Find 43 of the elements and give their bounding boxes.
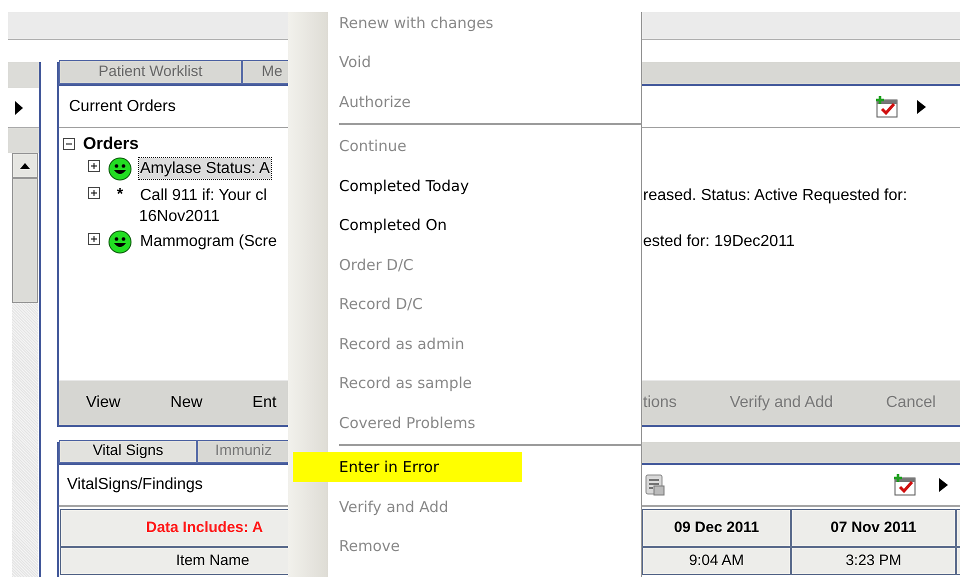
tab[interactable]: Patient Worklist [59, 60, 242, 84]
order-text[interactable]: Amylase Status: A [139, 158, 271, 179]
order-text[interactable]: Call 911 if: Your cl [139, 185, 268, 206]
order-text[interactable]: Mammogram (Scre [139, 231, 278, 252]
pane-strip [8, 128, 39, 153]
pane-tab-strip [8, 62, 39, 88]
scroll-up-button[interactable] [12, 153, 38, 178]
smiley-icon [108, 230, 132, 254]
toolbar-button[interactable]: New [170, 391, 202, 415]
expand-icon[interactable] [88, 187, 100, 199]
order-text[interactable]: ested for: 19Dec2011 [643, 231, 795, 252]
panel-title: VitalSigns/Findings [66, 475, 204, 495]
list-grid-icon[interactable] [645, 474, 665, 496]
toolbar-button[interactable]: Ent [252, 391, 276, 415]
tab[interactable]: Immuniz [197, 440, 290, 463]
menu-item[interactable]: Completed Today [339, 174, 469, 197]
smiley-icon [108, 157, 132, 181]
column-header[interactable]: 07 Nov 2011 [791, 509, 956, 547]
table-cell: 3:23 PM [791, 547, 956, 575]
expand-icon[interactable] [88, 233, 100, 245]
menu-item[interactable]: Enter in Error [339, 456, 440, 478]
tab[interactable]: Vital Signs [59, 440, 197, 463]
toolbar-button[interactable]: View [86, 391, 120, 415]
arrow-right-icon[interactable] [917, 98, 926, 114]
tree-node[interactable]: Orders [83, 131, 139, 157]
menu-item[interactable]: Completed On [339, 214, 447, 236]
panel-title: Current Orders [68, 96, 177, 116]
arrow-up-icon [20, 162, 30, 168]
arrow-right-icon[interactable] [14, 100, 24, 116]
asterisk-marker: * [116, 185, 124, 205]
arrow-right-icon[interactable] [939, 477, 948, 493]
column-header[interactable]: Data Includes: A [60, 509, 289, 547]
column-header[interactable]: 09 Dec 2011 [642, 509, 791, 547]
table-cell: Item Name [60, 547, 289, 575]
collapse-icon[interactable] [63, 138, 75, 150]
calendar-check-icon[interactable] [875, 96, 899, 118]
order-text[interactable]: reased. Status: Active Requested for: [643, 185, 908, 206]
scroll-thumb[interactable] [12, 178, 38, 303]
calendar-check-icon[interactable] [893, 474, 917, 496]
order-text[interactable]: 16Nov2011 [139, 206, 268, 227]
expand-icon[interactable] [88, 160, 100, 172]
scrollbar[interactable] [12, 153, 38, 577]
table-cell: 9:04 AM [642, 547, 791, 575]
